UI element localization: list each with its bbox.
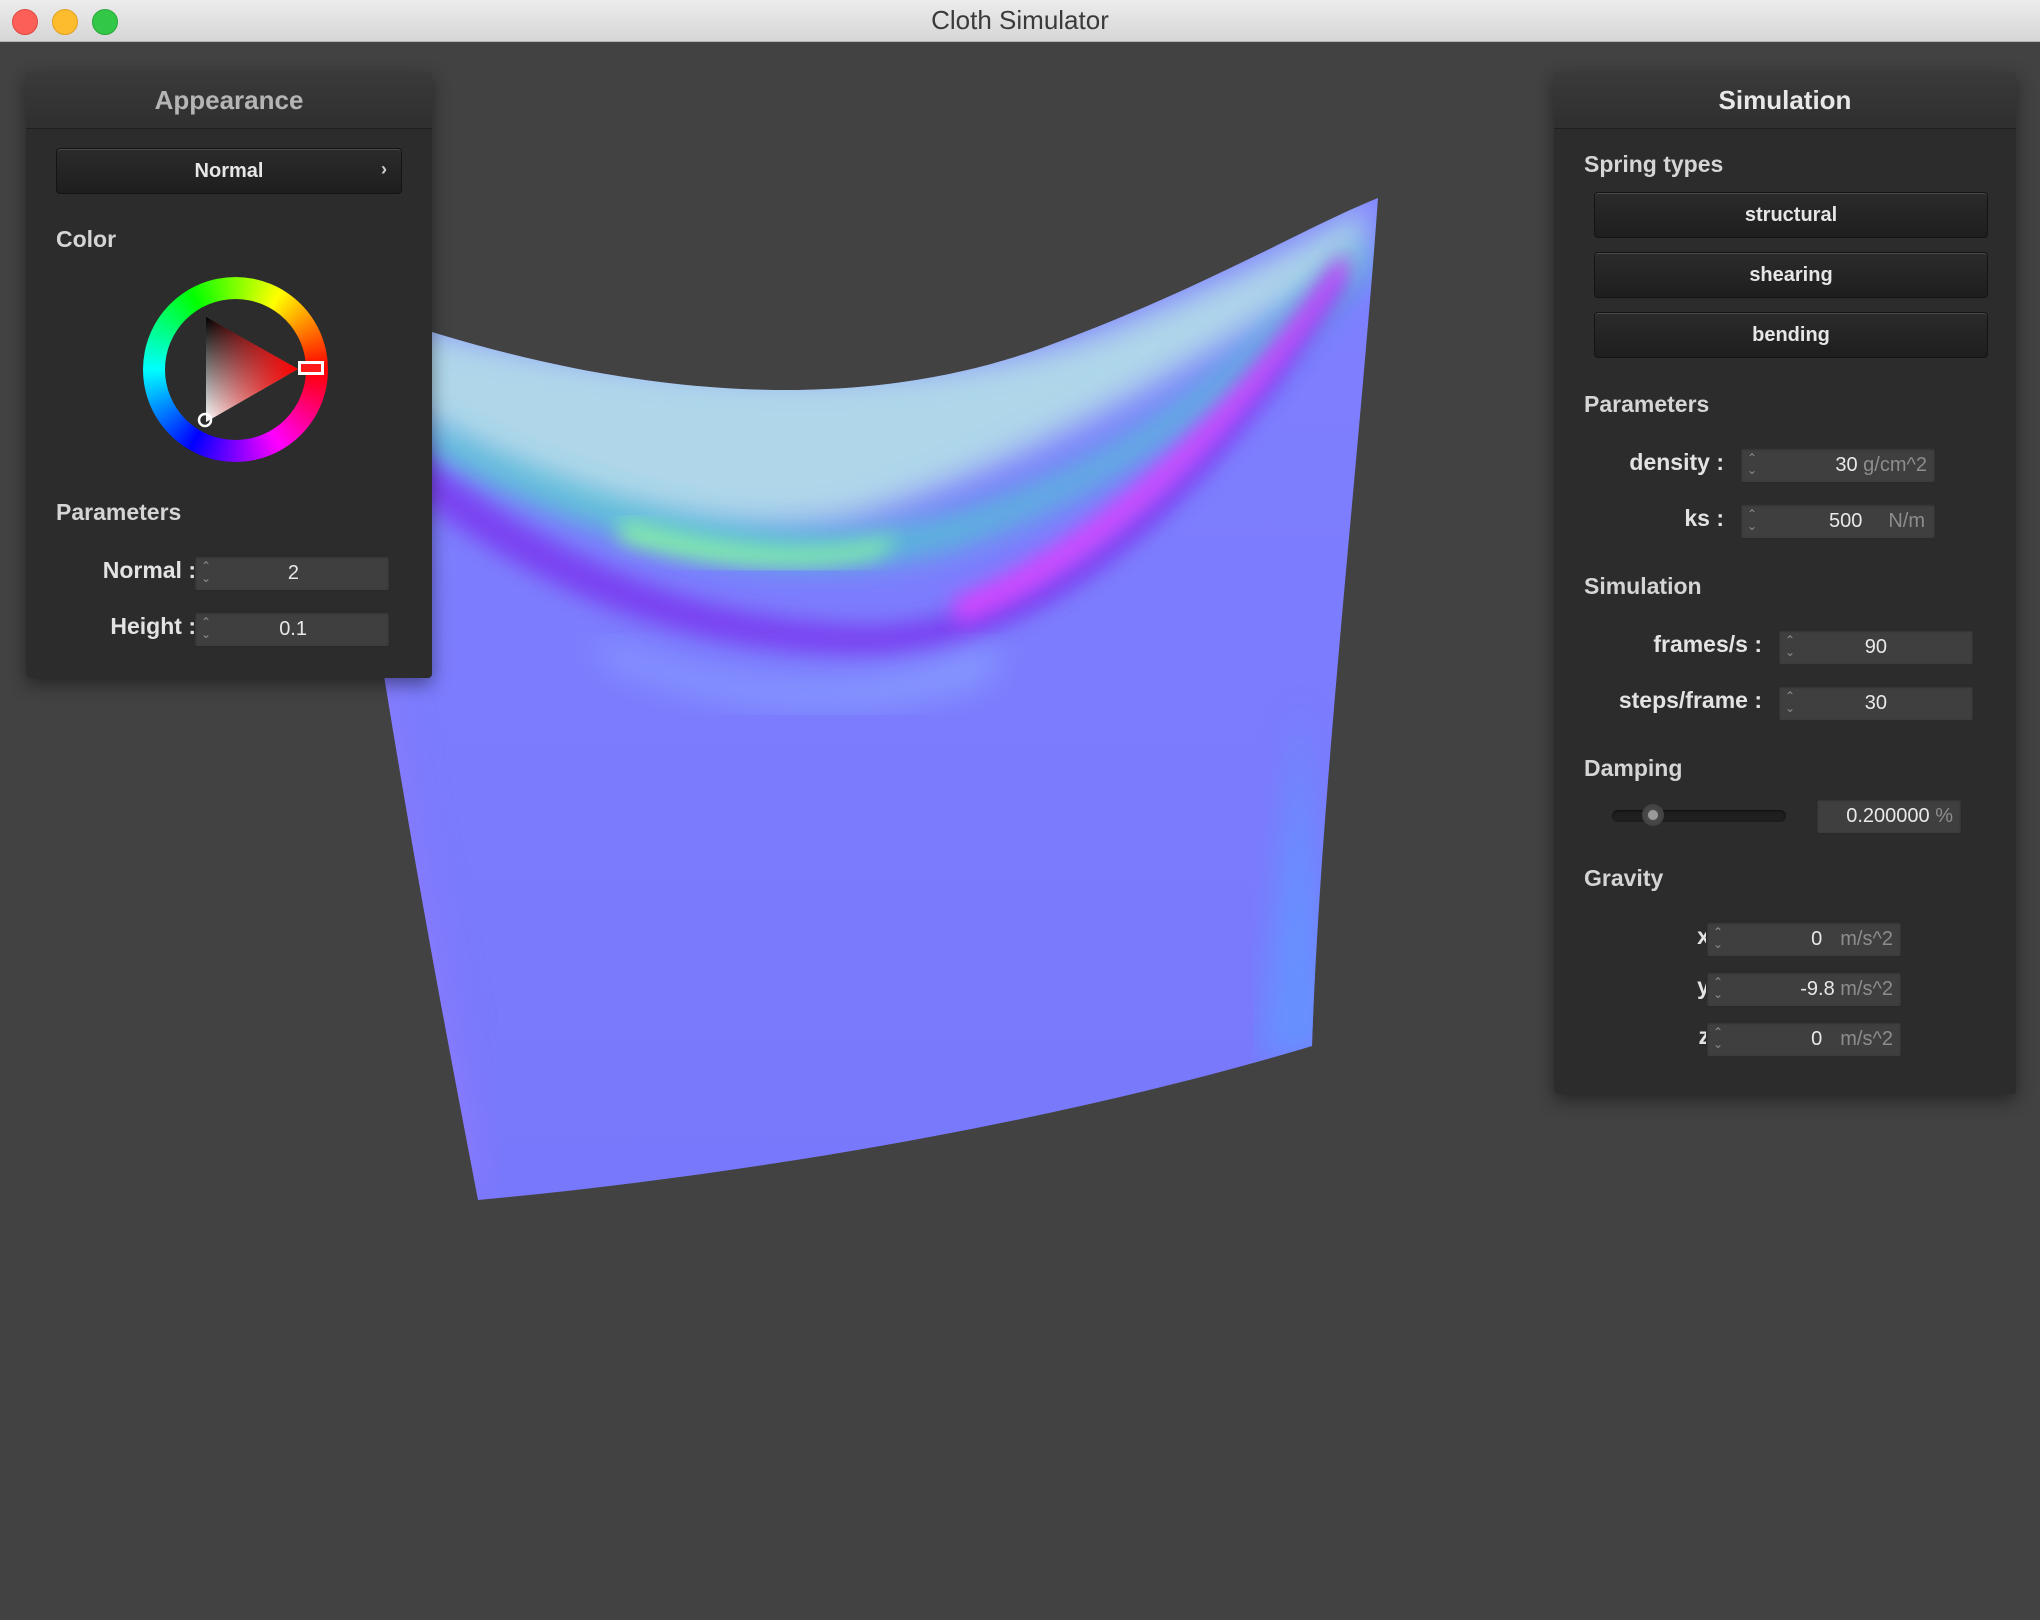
shader-select[interactable]: Normal › [56,148,402,194]
density-unit: g/cm^2 [1863,454,1927,476]
height-label: Height : [110,613,196,639]
gravity-z-value: 0 [1811,1028,1823,1050]
cloth-mesh [325,198,1378,1200]
stepper-icon[interactable]: ⌃ ⌄ [201,560,213,586]
gravity-y-unit: m/s^2 [1840,978,1893,1000]
density-label: density : [1629,449,1724,475]
damping-slider-handle[interactable] [1642,804,1664,826]
stepper-icon[interactable]: ⌃ ⌄ [1713,976,1725,1002]
gravity-x-input[interactable]: ⌃ ⌄ 0 m/s^2 [1706,921,1902,957]
frames-per-second-input[interactable]: ⌃ ⌄ 90 [1778,629,1974,665]
structural-button[interactable]: structural [1594,192,1988,238]
appearance-parameters-label: Parameters [56,499,182,525]
ks-unit: N/m [1888,510,1925,532]
shader-select-value: Normal [194,160,264,182]
gravity-x-value: 0 [1811,928,1823,950]
stepper-icon[interactable]: ⌃ ⌄ [1785,634,1797,660]
gravity-z-unit: m/s^2 [1840,1028,1893,1050]
normal-label: Normal : [102,557,196,583]
height-input[interactable]: ⌃ ⌄ 0.1 [194,611,390,647]
damping-unit: % [1935,805,1953,827]
normal-input[interactable]: ⌃ ⌄ 2 [194,555,390,591]
window-title: Cloth Simulator [931,5,1109,35]
ks-value: 500 [1828,510,1863,532]
color-section-label: Color [56,226,117,252]
title-bar: Cloth Simulator [0,0,2040,42]
bending-button[interactable]: bending [1594,312,1988,358]
color-wheel[interactable] [143,277,328,462]
stepper-icon[interactable]: ⌃ ⌄ [1785,690,1797,716]
steps-per-frame-input[interactable]: ⌃ ⌄ 30 [1778,685,1974,721]
simulation-panel-title: Simulation [1554,72,2016,129]
gravity-z-input[interactable]: ⌃ ⌄ 0 m/s^2 [1706,1021,1902,1057]
stepper-icon[interactable]: ⌃ ⌄ [1713,926,1725,952]
steps-per-frame-label: steps/frame : [1618,687,1762,713]
simulation-section-label: Simulation [1584,573,1702,599]
ks-label: ks : [1684,505,1724,531]
density-value: 30 [1835,454,1858,476]
gravity-label: Gravity [1584,865,1664,891]
appearance-panel-title: Appearance [26,72,432,129]
normal-value: 2 [287,562,299,584]
simulation-parameters-label: Parameters [1584,391,1710,417]
stepper-icon[interactable]: ⌃ ⌄ [1713,1026,1725,1052]
damping-slider[interactable] [1612,804,1786,826]
frames-per-second-value: 90 [1864,636,1887,658]
steps-per-frame-value: 30 [1864,692,1887,714]
simulation-panel: Simulation Spring types structural shear… [1554,72,2016,1094]
density-input[interactable]: ⌃ ⌄ 30 g/cm^2 [1740,447,1936,483]
damping-value: 0.200000 [1846,805,1930,827]
gravity-y-value: -9.8 [1800,978,1835,1000]
height-value: 0.1 [279,618,307,640]
shearing-button[interactable]: shearing [1594,252,1988,298]
stepper-icon[interactable]: ⌃ ⌄ [1747,508,1759,534]
stepper-icon[interactable]: ⌃ ⌄ [1747,452,1759,478]
ks-input[interactable]: ⌃ ⌄ 500 N/m [1740,503,1936,539]
damping-label: Damping [1584,755,1683,781]
gravity-y-input[interactable]: ⌃ ⌄ -9.8 m/s^2 [1706,971,1902,1007]
stepper-icon[interactable]: ⌃ ⌄ [201,616,213,642]
appearance-panel: Appearance Normal › Color Parameters Nor… [26,72,432,678]
damping-input[interactable]: 0.200000 % [1816,798,1962,834]
spring-types-label: Spring types [1584,151,1724,177]
chevron-right-icon: › [381,159,387,179]
gravity-x-unit: m/s^2 [1840,928,1893,950]
frames-per-second-label: frames/s : [1653,631,1762,657]
hue-selector-handle[interactable] [298,361,324,375]
